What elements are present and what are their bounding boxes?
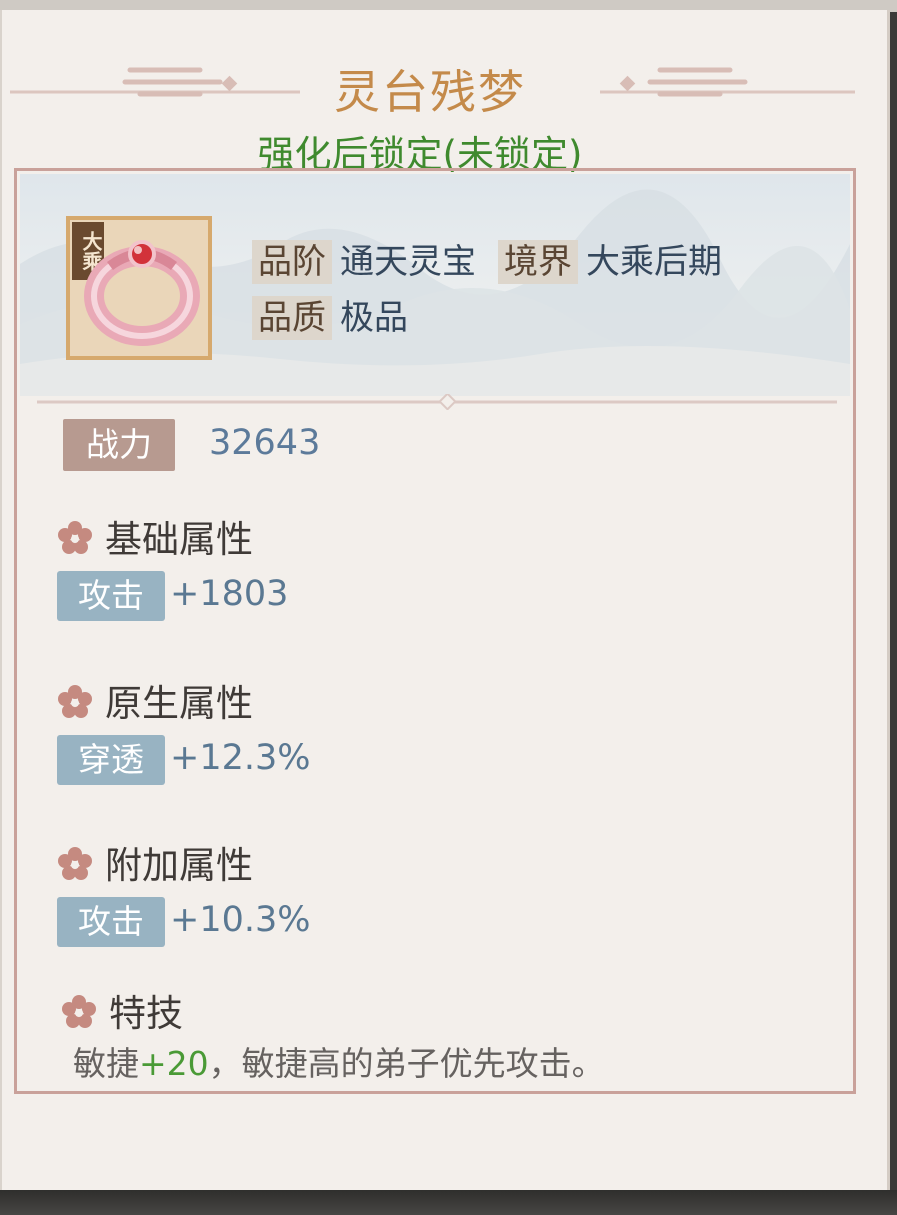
section-divider — [37, 394, 837, 410]
stat-value: +1803 — [170, 574, 289, 614]
grade-label: 品阶 — [252, 240, 332, 284]
flower-icon — [58, 521, 92, 554]
special-skill-title: 特技 — [61, 983, 183, 1037]
grade-realm-row: 品阶 通天灵宝 境界 大乘后期 — [252, 234, 744, 284]
item-name: 灵台残梦 — [334, 65, 526, 119]
skill-effect: ，敏捷高的弟子优先攻击。 — [208, 1044, 605, 1083]
item-info-frame: 大乘 品阶 通天灵宝 境界 大乘后期 品质 极品 战力 32643 基础属性 攻击 +1… — [14, 168, 856, 1094]
stat-label: 攻击 — [57, 571, 165, 621]
power-label: 战力 — [63, 419, 175, 471]
bottom-edge — [0, 1190, 897, 1215]
section-title-text: 原生属性 — [105, 682, 253, 725]
stat-value: +12.3% — [170, 738, 311, 778]
realm-value: 大乘后期 — [586, 242, 722, 282]
base-attributes-title: 基础属性 — [57, 509, 253, 563]
stat-label: 攻击 — [57, 897, 165, 947]
item-header: 大乘 品阶 通天灵宝 境界 大乘后期 品质 极品 — [20, 174, 850, 396]
flower-icon — [58, 685, 92, 718]
item-icon-slot[interactable]: 大乘 — [66, 216, 212, 360]
quality-row: 品质 极品 — [252, 290, 430, 340]
realm-label: 境界 — [498, 240, 578, 284]
skill-stat-name: 敏捷 — [73, 1044, 139, 1083]
skill-description: 敏捷+20，敏捷高的弟子优先攻击。 — [73, 1037, 605, 1085]
section-title-text: 特技 — [109, 992, 183, 1035]
skill-bonus: +20 — [139, 1044, 209, 1083]
power-value: 32643 — [209, 423, 321, 463]
quality-value: 极品 — [340, 298, 408, 338]
flower-icon — [58, 847, 92, 880]
extra-attributes-title: 附加属性 — [57, 835, 253, 889]
quality-label: 品质 — [252, 296, 332, 340]
stat-value: +10.3% — [170, 900, 311, 940]
ring-icon — [84, 240, 200, 346]
grade-value: 通天灵宝 — [340, 242, 476, 282]
stat-label: 穿透 — [57, 735, 165, 785]
flower-icon — [62, 995, 96, 1028]
section-title-text: 附加属性 — [105, 844, 253, 887]
native-attributes-title: 原生属性 — [57, 673, 253, 727]
section-title-text: 基础属性 — [105, 518, 253, 561]
